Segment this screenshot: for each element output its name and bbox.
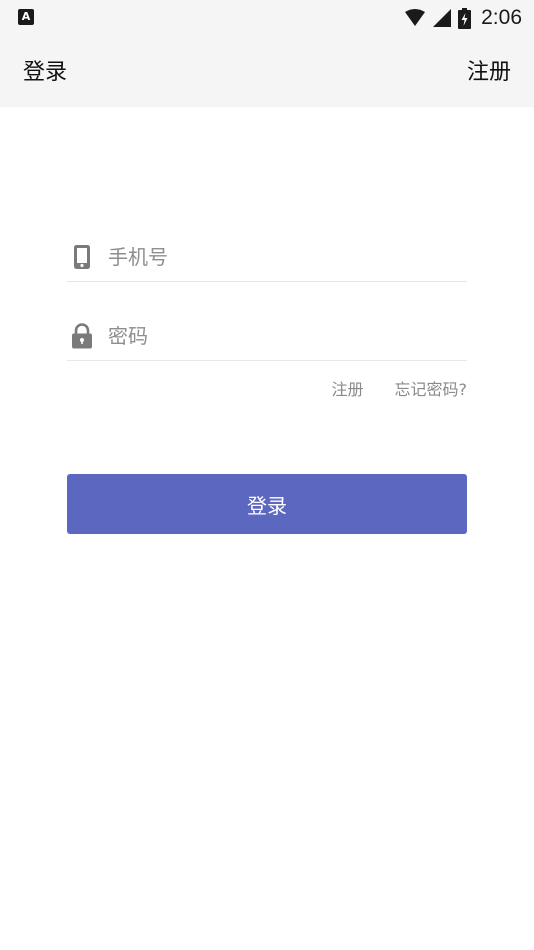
forgot-password-link[interactable]: 忘记密码?	[395, 376, 468, 400]
register-link[interactable]: 注册	[331, 376, 363, 400]
status-bar: A 2:06	[0, 0, 534, 36]
battery-charging-icon	[458, 7, 472, 29]
login-screen: A 2:06 登录 注册 手机号 注册 忘记密码? 登录	[0, 0, 534, 950]
phone-input[interactable]	[108, 244, 467, 269]
app-notification-icon: A	[18, 9, 34, 25]
status-time: 2:06	[481, 6, 522, 29]
auth-links: 注册 忘记密码?	[331, 376, 467, 400]
password-input[interactable]	[108, 323, 467, 348]
lock-icon	[68, 322, 96, 350]
app-bar: 登录 注册	[0, 36, 534, 107]
status-indicators: 2:06	[404, 0, 522, 36]
phone-icon	[68, 243, 96, 271]
wifi-icon	[404, 9, 426, 27]
register-action-button[interactable]: 注册	[467, 60, 511, 86]
phone-field-row	[67, 232, 467, 282]
page-title: 登录	[23, 60, 68, 85]
password-field-row	[67, 311, 467, 361]
cell-signal-icon	[432, 8, 452, 28]
login-button[interactable]: 登录	[67, 474, 467, 534]
